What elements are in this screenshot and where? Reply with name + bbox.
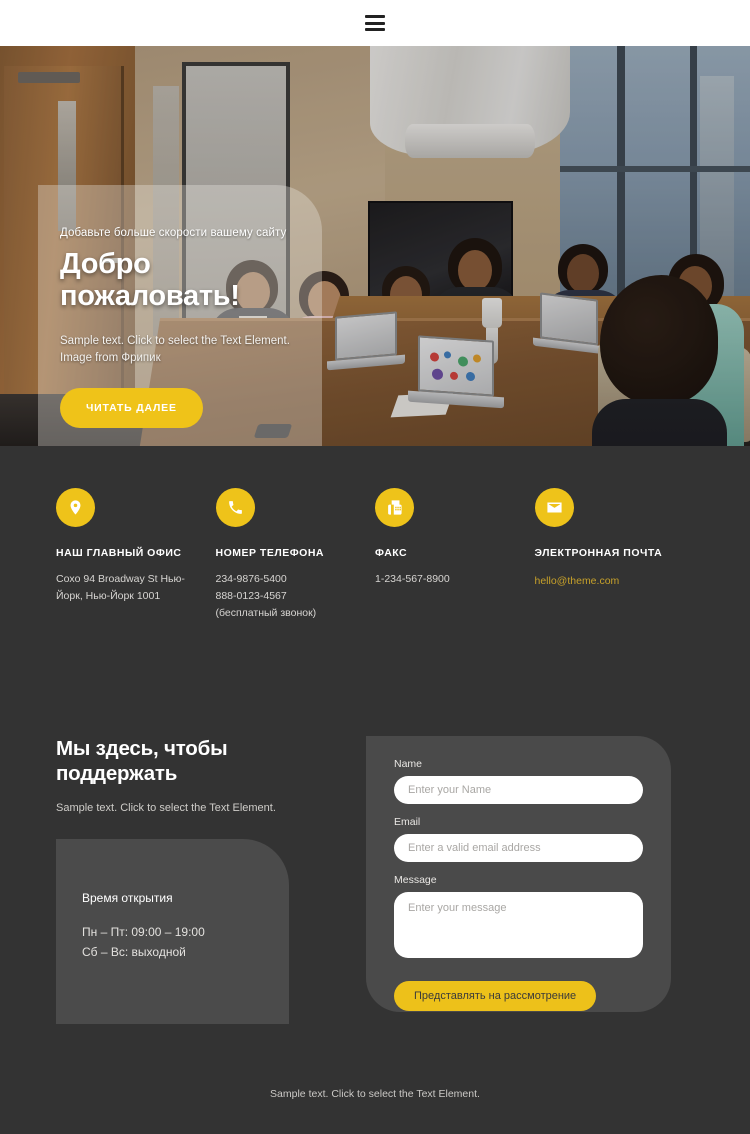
contact-line: 234-9876-5400 — [215, 573, 287, 585]
contact-title: НАШ ГЛАВНЫЙ ОФИС — [56, 547, 182, 559]
hamburger-bar — [365, 21, 385, 25]
hero-kicker: Добавьте больше скорости вашему сайту — [60, 227, 287, 239]
name-input[interactable] — [394, 776, 643, 804]
contact-title: ЭЛЕКТРОННАЯ ПОЧТА — [534, 547, 663, 559]
email-label: Email — [394, 816, 421, 828]
submit-button[interactable]: Представлять на рассмотрение — [394, 981, 597, 1011]
opening-hours-title: Время открытия — [82, 891, 173, 906]
contact-line: (бесплатный звонок) — [215, 607, 317, 619]
opening-hours-weekday: Пн – Пт: 09:00 – 19:00 — [82, 925, 205, 940]
hamburger-bar — [365, 28, 385, 31]
contact-item-fax: ФАКС 1-234-567-8900 — [375, 488, 535, 622]
contact-line: 1-234-567-8900 — [375, 573, 450, 585]
contact-item-office: НАШ ГЛАВНЫЙ ОФИС Coxo 94 Broadway St Нью… — [56, 488, 216, 622]
email-input[interactable] — [394, 834, 643, 862]
hero-section: Добавьте больше скорости вашему сайту До… — [0, 46, 750, 446]
message-field-group: Message — [394, 874, 643, 963]
hamburger-menu-icon[interactable] — [365, 15, 385, 31]
message-textarea[interactable] — [394, 892, 643, 958]
phone-icon — [215, 488, 255, 527]
contact-info-strip: НАШ ГЛАВНЫЙ ОФИС Coxo 94 Broadway St Нью… — [0, 446, 750, 674]
contact-title: ФАКС — [375, 547, 408, 559]
contact-form-card: Name Email Message Представлять на рассм… — [366, 736, 671, 1012]
name-label: Name — [394, 758, 423, 770]
hero-overlay-card: Добавьте больше скорости вашему сайту До… — [38, 185, 322, 446]
hero-title: Добро пожаловать! — [60, 248, 240, 313]
message-label: Message — [394, 874, 437, 886]
contact-item-phone: НОМЕР ТЕЛЕФОНА 234-9876-5400 888-0123-45… — [215, 488, 376, 622]
opening-hours-card: Время открытия Пн – Пт: 09:00 – 19:00 Сб… — [56, 839, 289, 1024]
hero-subtext: Sample text. Click to select the Text El… — [60, 334, 290, 365]
envelope-icon — [534, 488, 574, 527]
contact-item-email: ЭЛЕКТРОННАЯ ПОЧТА hello@theme.com — [534, 488, 695, 622]
contact-line: Coxo 94 Broadway St Нью-Йорк, Нью-Йорк 1… — [56, 573, 185, 602]
contact-line: 888-0123-4567 — [215, 590, 287, 602]
footer-text: Sample text. Click to select the Text El… — [270, 1087, 480, 1100]
hamburger-bar — [365, 15, 385, 18]
support-title: Мы здесь, чтобы поддержать — [56, 737, 228, 786]
read-more-button[interactable]: ЧИТАТЬ ДАЛЕЕ — [60, 388, 203, 429]
opening-hours-weekend: Сб – Вс: выходной — [82, 944, 186, 959]
email-field-group: Email — [394, 816, 643, 862]
name-field-group: Name — [394, 758, 643, 804]
contact-title: НОМЕР ТЕЛЕФОНА — [215, 547, 325, 559]
site-header — [0, 0, 750, 46]
support-left-column: Мы здесь, чтобы поддержать Sample text. … — [56, 736, 356, 1024]
support-text: Sample text. Click to select the Text El… — [56, 802, 276, 815]
support-section: Мы здесь, чтобы поддержать Sample text. … — [0, 674, 750, 1024]
location-pin-icon — [56, 488, 95, 527]
fax-icon — [375, 488, 414, 527]
site-footer: Sample text. Click to select the Text El… — [0, 1023, 750, 1134]
email-link[interactable]: hello@theme.com — [535, 575, 620, 587]
page-root: Добавьте больше скорости вашему сайту До… — [0, 0, 750, 1134]
